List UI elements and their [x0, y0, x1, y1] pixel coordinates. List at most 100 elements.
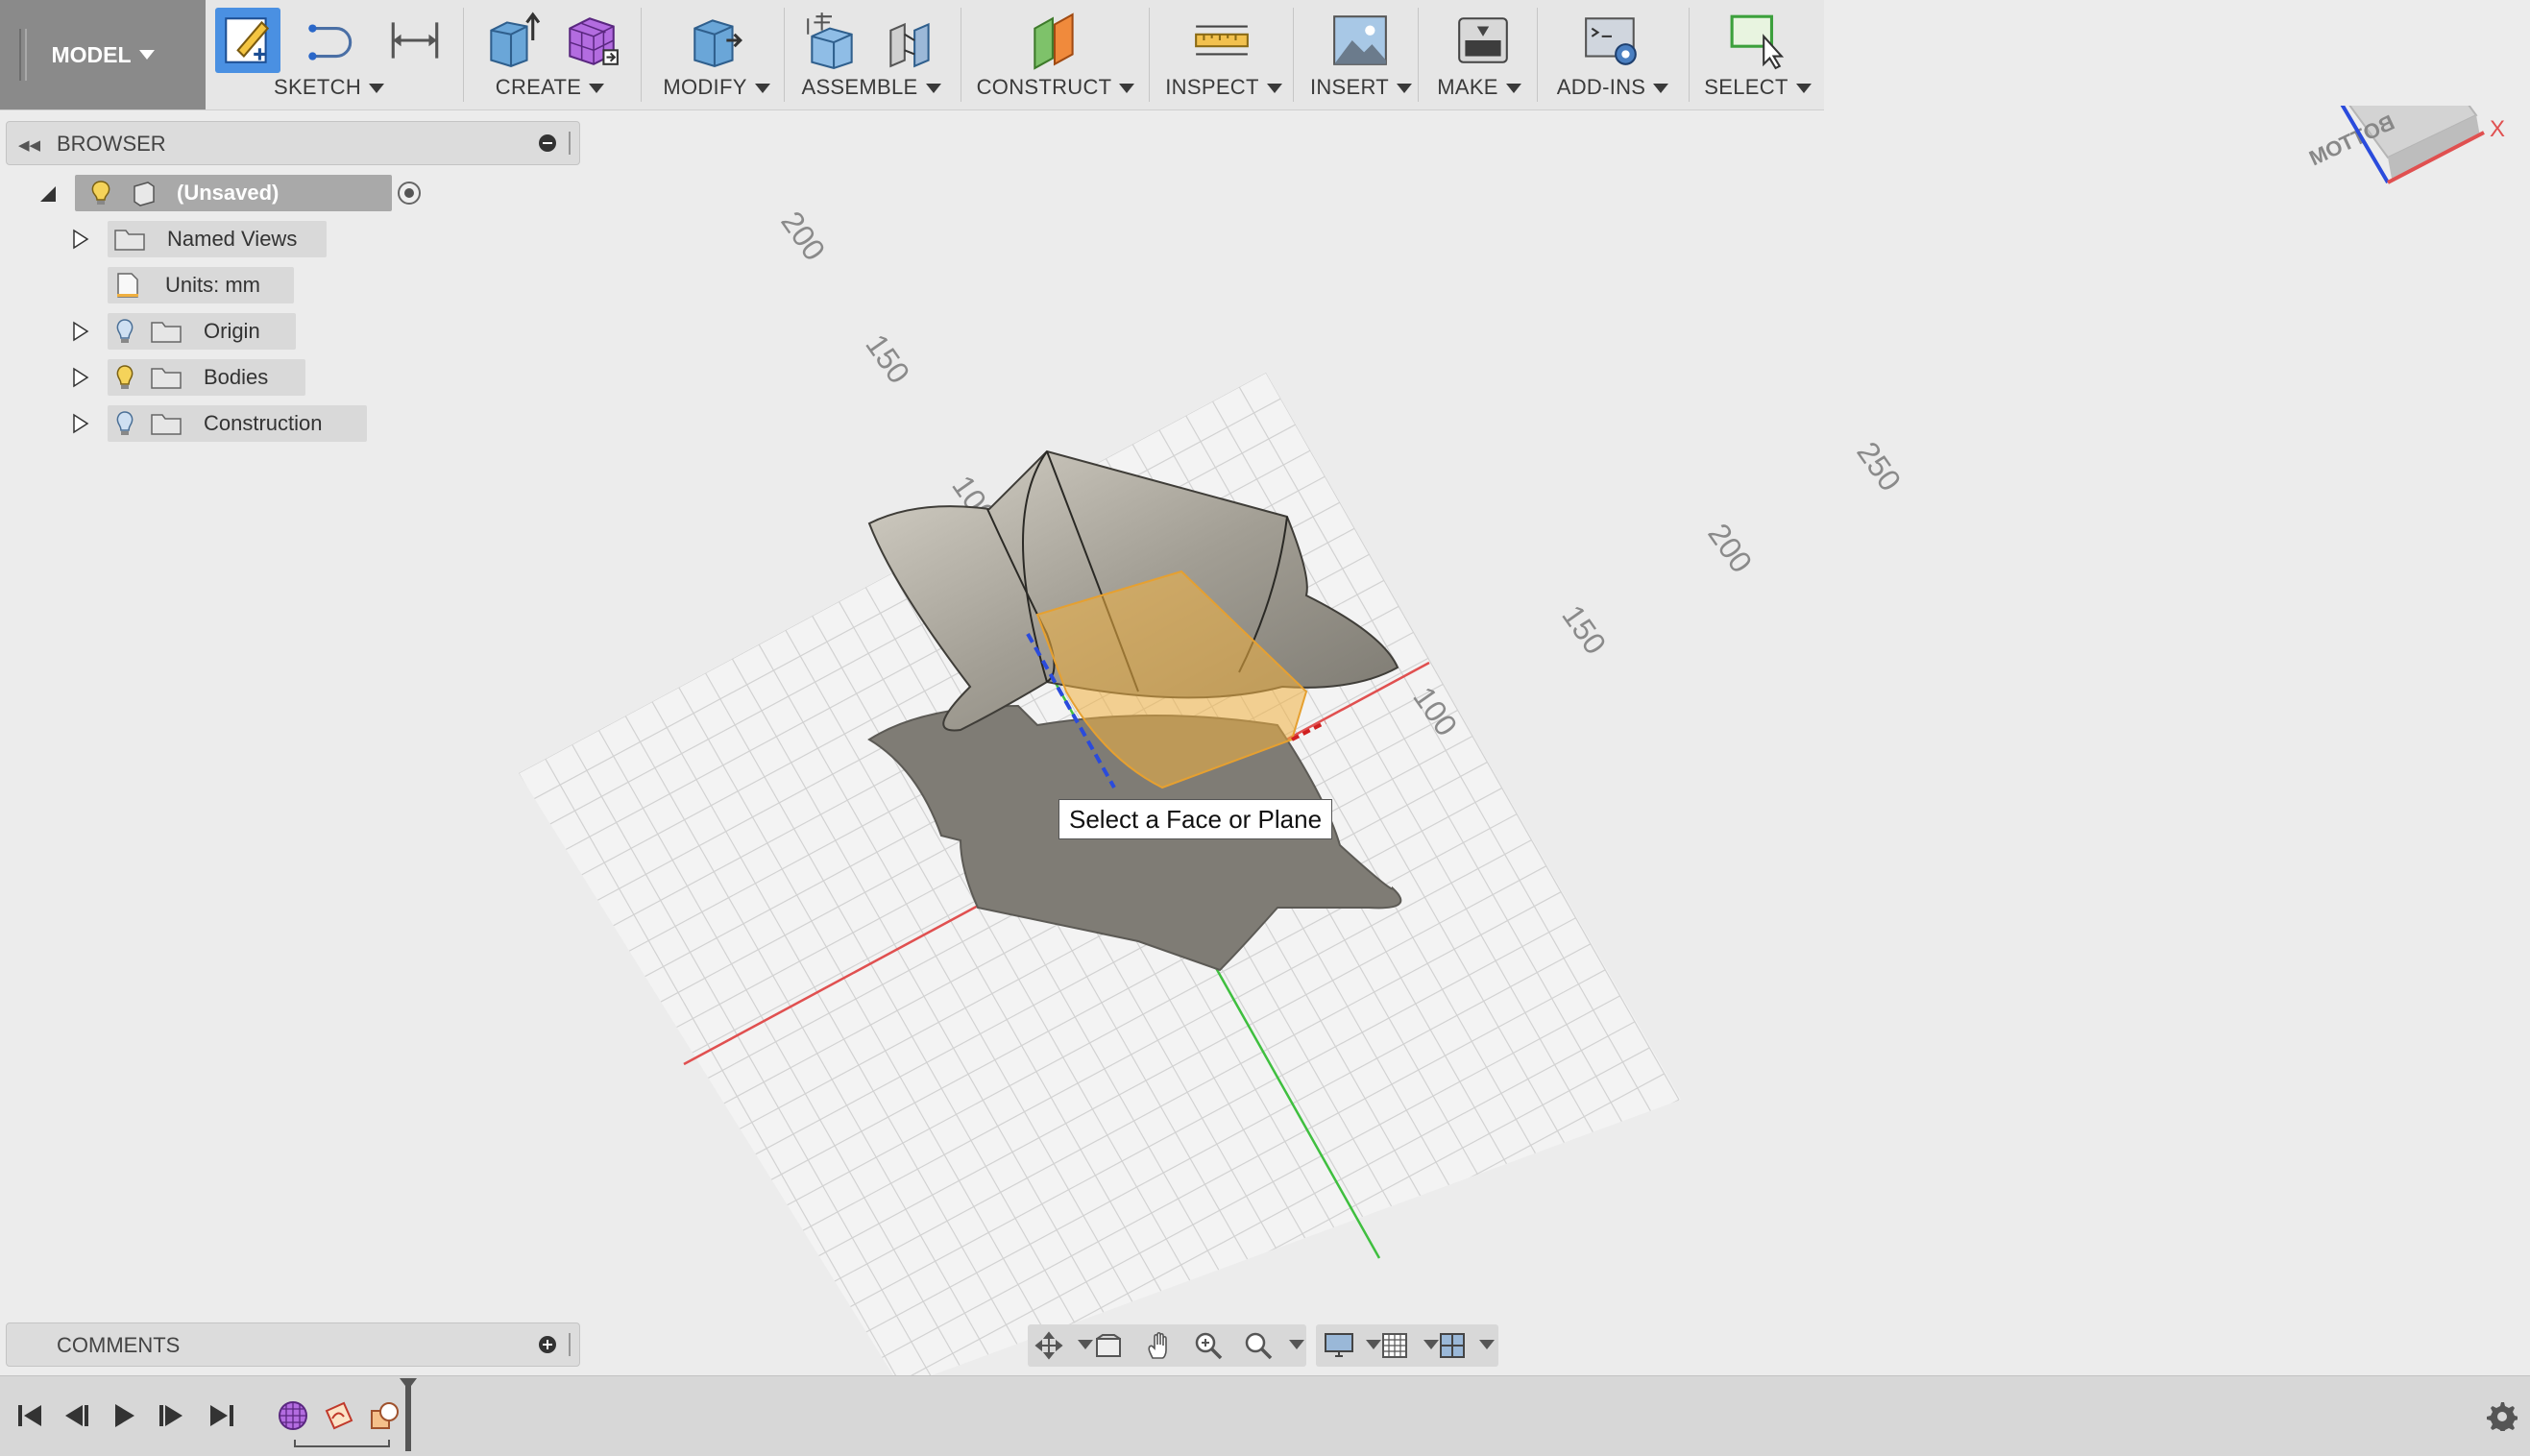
- construct-plane-icon: [1034, 12, 1074, 70]
- new-component-button[interactable]: [799, 8, 864, 73]
- units-node[interactable]: Units: mm: [108, 267, 294, 303]
- selection-tooltip: Select a Face or Plane: [1058, 799, 1333, 839]
- play-icon: [115, 1404, 134, 1427]
- line-tool-button[interactable]: [298, 8, 363, 73]
- toolbar-divider: [463, 8, 464, 102]
- scripts-addins-button[interactable]: [1579, 8, 1644, 73]
- expand-triangle-icon[interactable]: [71, 367, 90, 388]
- panel-grip[interactable]: [569, 132, 573, 155]
- orbit-icon: [1034, 1331, 1063, 1360]
- zoom-window-button[interactable]: [1241, 1328, 1276, 1363]
- extrude-button[interactable]: [478, 8, 544, 73]
- browser-panel-header[interactable]: ◀◀ BROWSER: [6, 121, 580, 165]
- construction-node[interactable]: Construction: [108, 405, 367, 442]
- expand-triangle-icon[interactable]: [71, 229, 90, 250]
- lightbulb-off-icon[interactable]: [111, 409, 138, 438]
- viewports-button[interactable]: [1435, 1328, 1470, 1363]
- orbit-button[interactable]: [1032, 1328, 1066, 1363]
- step-forward-icon: [159, 1405, 182, 1426]
- viewcube-x-label: X: [2490, 116, 2505, 142]
- measure-button[interactable]: [1189, 8, 1254, 73]
- construction-label: Construction: [204, 411, 323, 435]
- insert-image-button[interactable]: [1327, 8, 1393, 73]
- toolbar-divider: [1537, 8, 1538, 102]
- panel-grip[interactable]: [569, 1333, 573, 1356]
- joint-icon: [889, 22, 930, 68]
- offset-plane-button[interactable]: [1022, 8, 1087, 73]
- collapse-panel-icon[interactable]: ◀◀: [18, 136, 40, 154]
- zoom-button[interactable]: [1191, 1328, 1226, 1363]
- timeline-settings-button[interactable]: [2484, 1397, 2518, 1432]
- named-views-node[interactable]: Named Views: [108, 221, 327, 257]
- script-gear-icon: [1585, 17, 1637, 65]
- make-menu[interactable]: MAKE: [1422, 75, 1537, 100]
- timeline-marker-handle[interactable]: [400, 1378, 417, 1390]
- step-back-button[interactable]: [58, 1397, 94, 1434]
- timeline-feature-loft[interactable]: [367, 1397, 403, 1434]
- create-menu[interactable]: CREATE: [471, 75, 629, 100]
- toolbar-grip[interactable]: [19, 29, 27, 81]
- activate-radio-icon[interactable]: [396, 180, 423, 206]
- lightbulb-icon[interactable]: [111, 363, 138, 392]
- chevron-down-icon: [1119, 84, 1135, 94]
- ruler-label-150-left: 150: [859, 328, 916, 389]
- timeline-feature-form[interactable]: [275, 1397, 311, 1434]
- toolbar-divider: [641, 8, 642, 102]
- chevron-down-icon[interactable]: [1289, 1340, 1304, 1349]
- viewcube[interactable]: BOTTOM Z X: [2305, 106, 2505, 184]
- origin-label: Origin: [204, 319, 260, 343]
- collapse-triangle-icon[interactable]: [38, 184, 58, 204]
- go-to-end-button[interactable]: [204, 1397, 240, 1434]
- select-cursor-icon: [1730, 14, 1785, 70]
- construct-group: CONSTRUCT: [964, 0, 1147, 109]
- addins-menu[interactable]: ADD-INS: [1541, 75, 1685, 100]
- joint-button[interactable]: [878, 8, 943, 73]
- nav-group-view: [1028, 1324, 1306, 1367]
- play-button[interactable]: [106, 1397, 142, 1434]
- workspace-switcher[interactable]: MODEL: [0, 0, 206, 109]
- toolbar-divider: [1293, 8, 1294, 102]
- minimize-icon[interactable]: [539, 134, 556, 152]
- pan-button[interactable]: [1141, 1328, 1176, 1363]
- inspect-menu[interactable]: INSPECT: [1153, 75, 1295, 100]
- chevron-down-icon: [138, 50, 155, 60]
- dimension-tool-button[interactable]: [382, 8, 448, 73]
- select-menu[interactable]: SELECT: [1692, 75, 1823, 100]
- skip-back-icon: [18, 1405, 41, 1426]
- expand-triangle-icon[interactable]: [71, 413, 90, 434]
- 3d-print-button[interactable]: [1450, 8, 1516, 73]
- grid-settings-button[interactable]: [1377, 1328, 1412, 1363]
- press-pull-button[interactable]: [684, 8, 749, 73]
- zoom-window-icon: [1245, 1332, 1273, 1360]
- select-button[interactable]: [1725, 8, 1790, 73]
- 3d-viewport[interactable]: 200 150 100 50 250 200 150 100 50 BOTTOM…: [0, 106, 2530, 1375]
- hand-icon: [1148, 1331, 1167, 1359]
- form-button[interactable]: [559, 8, 624, 73]
- timeline-feature-sketch[interactable]: [321, 1397, 357, 1434]
- display-settings-button[interactable]: [1322, 1328, 1356, 1363]
- toolbar-divider: [1418, 8, 1419, 102]
- comments-panel-header[interactable]: COMMENTS: [6, 1323, 580, 1367]
- construct-menu[interactable]: CONSTRUCT: [964, 75, 1147, 100]
- form-feature-icon: [279, 1401, 307, 1430]
- ruler-label-150-right: 150: [1555, 598, 1613, 660]
- insert-menu[interactable]: INSERT: [1299, 75, 1423, 100]
- step-forward-button[interactable]: [154, 1397, 190, 1434]
- insert-group: INSERT: [1299, 0, 1423, 109]
- tree-root-node[interactable]: (Unsaved): [75, 175, 421, 211]
- create-sketch-button[interactable]: [215, 8, 280, 73]
- expand-comments-icon[interactable]: [539, 1336, 556, 1353]
- origin-node[interactable]: Origin: [108, 313, 296, 350]
- press-pull-icon: [693, 19, 742, 67]
- modify-menu[interactable]: MODIFY: [645, 75, 788, 100]
- sketch-menu[interactable]: SKETCH: [211, 75, 447, 100]
- go-to-start-button[interactable]: [12, 1397, 48, 1434]
- expand-triangle-icon[interactable]: [71, 321, 90, 342]
- lightbulb-off-icon[interactable]: [111, 317, 138, 346]
- assemble-menu[interactable]: ASSEMBLE: [790, 75, 953, 100]
- bodies-node[interactable]: Bodies: [108, 359, 305, 396]
- look-at-button[interactable]: [1091, 1328, 1126, 1363]
- timeline-marker[interactable]: [405, 1384, 411, 1451]
- lightbulb-icon[interactable]: [86, 179, 115, 207]
- chevron-down-icon[interactable]: [1479, 1340, 1495, 1349]
